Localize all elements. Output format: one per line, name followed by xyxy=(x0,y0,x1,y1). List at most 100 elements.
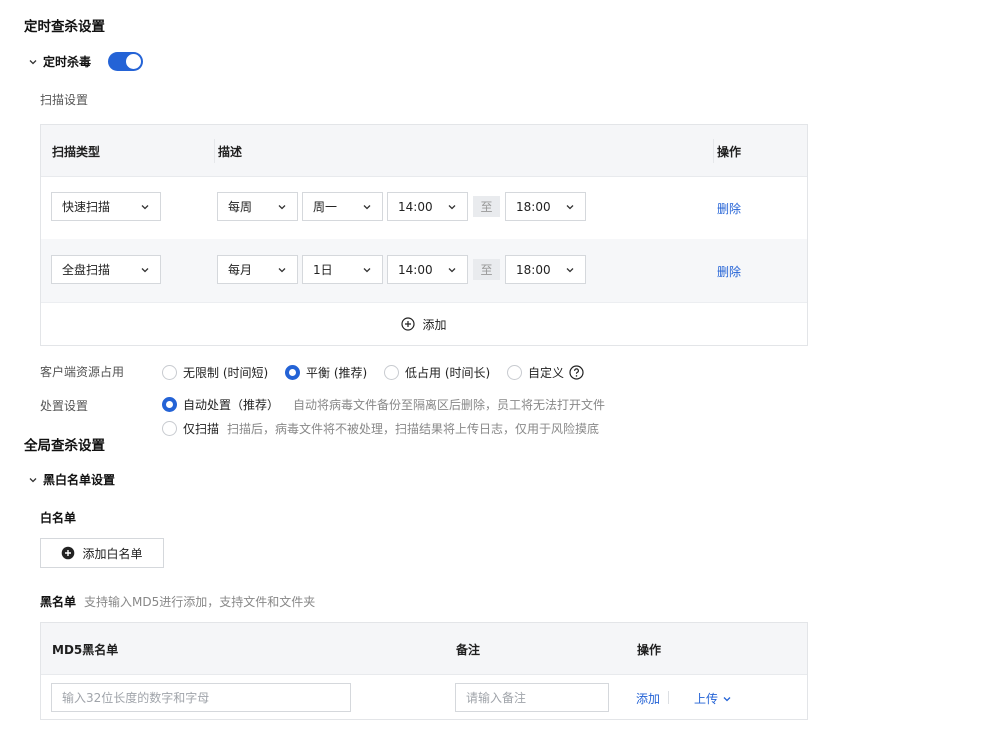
chevron-down-icon xyxy=(278,204,286,209)
select-value: 14:00 xyxy=(398,199,433,214)
select-value: 18:00 xyxy=(516,262,551,277)
blackwhite-section-label: 黑白名单设置 xyxy=(43,473,116,487)
radio-description: 自动将病毒文件备份至隔离区后删除，员工将无法打开文件 xyxy=(293,398,606,412)
blackwhite-section-header[interactable]: 黑白名单设置 xyxy=(27,471,115,488)
frequency-select[interactable]: 每周 xyxy=(217,192,298,221)
radio-selected-icon xyxy=(162,397,177,412)
column-divider xyxy=(214,139,215,163)
global-title: 全局查杀设置 xyxy=(24,438,105,454)
add-whitelist-label: 添加白名单 xyxy=(82,546,143,561)
header-md5: MD5黑名单 xyxy=(52,643,119,657)
chevron-down-icon xyxy=(29,59,37,64)
blacklist-heading: 黑名单 支持输入MD5进行添加，支持文件和文件夹 xyxy=(40,593,315,610)
day-select[interactable]: 1日 xyxy=(302,255,383,284)
frequency-select[interactable]: 每月 xyxy=(217,255,298,284)
blacklist-hint: 支持输入MD5进行添加，支持文件和文件夹 xyxy=(84,595,316,609)
add-scan-label: 添加 xyxy=(422,317,447,332)
resource-usage-label: 客户端资源占用 xyxy=(40,365,125,379)
chevron-down-icon xyxy=(566,267,574,272)
scan-type-select[interactable]: 快速扫描 xyxy=(51,192,161,221)
select-value: 全盘扫描 xyxy=(62,263,111,277)
header-action: 操作 xyxy=(637,643,662,657)
radio-icon xyxy=(507,365,522,380)
blacklist-table: MD5黑名单 备注 操作 添加 上传 xyxy=(40,622,808,720)
table-header: 扫描类型 描述 操作 xyxy=(41,125,807,177)
resource-option-unlimited[interactable]: 无限制 (时间短) xyxy=(162,364,268,381)
chevron-down-icon xyxy=(566,204,574,209)
add-blacklist-link[interactable]: 添加 xyxy=(636,690,660,707)
delete-link[interactable]: 删除 xyxy=(717,200,741,217)
select-value: 快速扫描 xyxy=(62,200,111,214)
chevron-down-icon xyxy=(141,204,149,209)
table-row: 快速扫描 每周 周一 14:00 至 18:00 删除 xyxy=(41,177,807,239)
help-icon[interactable] xyxy=(569,365,584,380)
end-time-select[interactable]: 18:00 xyxy=(505,255,586,284)
to-separator: 至 xyxy=(473,259,500,280)
whitelist-label: 白名单 xyxy=(40,511,77,525)
select-value: 周一 xyxy=(313,200,338,214)
note-input[interactable] xyxy=(455,683,609,712)
chevron-down-icon xyxy=(29,477,37,482)
radio-label: 平衡 (推荐) xyxy=(306,366,368,380)
start-time-select[interactable]: 14:00 xyxy=(387,192,468,221)
radio-label: 仅扫描 xyxy=(183,422,220,436)
radio-label: 自动处置（推荐） xyxy=(183,398,280,412)
chevron-down-icon xyxy=(141,267,149,272)
scan-settings-label: 扫描设置 xyxy=(40,93,89,107)
scheduled-title: 定时查杀设置 xyxy=(24,19,105,35)
radio-selected-icon xyxy=(285,365,300,380)
plus-circle-icon xyxy=(62,546,75,560)
radio-icon xyxy=(384,365,399,380)
select-value: 14:00 xyxy=(398,262,433,277)
radio-icon xyxy=(162,421,177,436)
end-time-select[interactable]: 18:00 xyxy=(505,192,586,221)
scan-type-select[interactable]: 全盘扫描 xyxy=(51,255,161,284)
table-row: 全盘扫描 每月 1日 14:00 至 18:00 删除 xyxy=(41,239,807,302)
radio-label: 自定义 xyxy=(528,366,565,380)
to-separator: 至 xyxy=(473,196,500,217)
upload-dropdown[interactable]: 上传 xyxy=(694,690,732,707)
select-value: 每周 xyxy=(228,200,253,214)
resource-option-balanced[interactable]: 平衡 (推荐) xyxy=(285,364,367,381)
radio-label: 低占用 (时间长) xyxy=(405,366,491,380)
scan-schedule-table: 扫描类型 描述 操作 快速扫描 每周 周一 14:00 至 18:00 删除 全… xyxy=(40,124,808,346)
resource-option-low[interactable]: 低占用 (时间长) xyxy=(384,364,490,381)
upload-label: 上传 xyxy=(694,692,719,706)
header-action: 操作 xyxy=(717,145,742,159)
chevron-down-icon xyxy=(363,267,371,272)
resource-option-custom[interactable]: 自定义 xyxy=(507,364,584,381)
select-value: 每月 xyxy=(228,263,253,277)
header-description: 描述 xyxy=(218,145,243,159)
chevron-down-icon xyxy=(448,204,456,209)
add-scan-row-button[interactable]: 添加 xyxy=(41,302,807,345)
radio-description: 扫描后，病毒文件将不被处理，扫描结果将上传日志，仅用于风险摸底 xyxy=(227,422,600,436)
day-select[interactable]: 周一 xyxy=(302,192,383,221)
disposal-label: 处置设置 xyxy=(40,399,89,413)
table-header: MD5黑名单 备注 操作 xyxy=(41,623,807,675)
radio-label: 无限制 (时间短) xyxy=(183,366,269,380)
radio-icon xyxy=(162,365,177,380)
scheduled-section-label: 定时杀毒 xyxy=(43,55,92,69)
column-divider xyxy=(713,139,714,163)
plus-circle-icon xyxy=(401,317,416,331)
table-row: 添加 上传 xyxy=(41,675,807,719)
header-scan-type: 扫描类型 xyxy=(52,145,101,159)
delete-link[interactable]: 删除 xyxy=(717,263,741,280)
start-time-select[interactable]: 14:00 xyxy=(387,255,468,284)
select-value: 18:00 xyxy=(516,199,551,214)
add-whitelist-button[interactable]: 添加白名单 xyxy=(40,538,164,568)
blacklist-label: 黑名单 xyxy=(40,595,77,609)
disposal-option-auto[interactable]: 自动处置（推荐） 自动将病毒文件备份至隔离区后删除，员工将无法打开文件 xyxy=(162,396,605,413)
scheduled-scan-toggle[interactable] xyxy=(108,52,143,71)
chevron-down-icon xyxy=(448,267,456,272)
disposal-option-scan-only[interactable]: 仅扫描 扫描后，病毒文件将不被处理，扫描结果将上传日志，仅用于风险摸底 xyxy=(162,420,599,437)
toggle-knob xyxy=(126,54,141,69)
scheduled-section-header[interactable]: 定时杀毒 xyxy=(27,53,91,70)
chevron-down-icon xyxy=(278,267,286,272)
md5-input[interactable] xyxy=(51,683,351,712)
action-divider xyxy=(668,691,669,704)
chevron-down-icon xyxy=(363,204,371,209)
select-value: 1日 xyxy=(313,263,333,277)
header-note: 备注 xyxy=(456,643,481,657)
chevron-down-icon xyxy=(723,696,731,701)
